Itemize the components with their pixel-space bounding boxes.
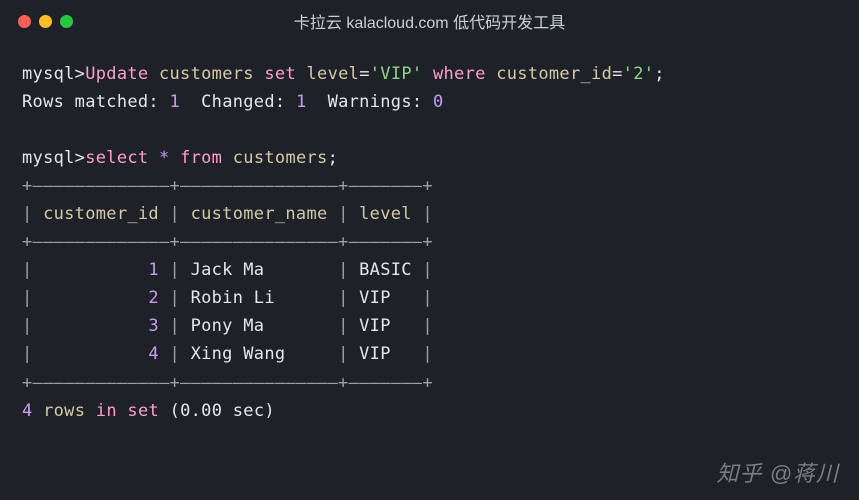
changed-value: 1 [296,92,307,112]
mysql-prompt: mysql> [22,64,85,84]
cell-name: Robin Li [191,288,328,308]
header-level: level [359,204,412,224]
maximize-icon[interactable] [60,15,73,28]
row-count: 4 [22,401,33,421]
keyword-set-footer: set [127,401,159,421]
table-header-row: | customer_id | customer_name | level | [22,200,837,228]
header-customer-name: customer_name [191,204,328,224]
result-footer: 4 rows in set (0.00 sec) [22,397,837,425]
keyword-from: from [180,148,222,168]
close-icon[interactable] [18,15,31,28]
table-border-top: +—————————————+———————————————+———————+ [22,172,837,200]
column-customer-id: customer_id [496,64,612,84]
keyword-select: select [85,148,148,168]
table-row: | 2 | Robin Li | VIP | [22,284,837,312]
cell-id: 3 [148,316,159,336]
table-name: customers [233,148,328,168]
equals-sign: = [359,64,370,84]
equals-sign: = [612,64,623,84]
header-customer-id: customer_id [43,204,159,224]
minimize-icon[interactable] [39,15,52,28]
keyword-in: in [96,401,117,421]
rows-matched-label: Rows matched: [22,92,159,112]
table-row: | 4 | Xing Wang | VIP | [22,340,837,368]
rows-word: rows [43,401,85,421]
warnings-value: 0 [433,92,444,112]
table-border-bottom: +—————————————+———————————————+———————+ [22,369,837,397]
titlebar: 卡拉云 kalacloud.com 低代码开发工具 [0,0,859,42]
cell-id: 2 [148,288,159,308]
table-row: | 1 | Jack Ma | BASIC | [22,256,837,284]
keyword-where: where [433,64,486,84]
semicolon: ; [328,148,339,168]
update-result-line: Rows matched: 1 Changed: 1 Warnings: 0 [22,88,837,116]
traffic-lights [18,15,73,28]
cell-name: Pony Ma [191,316,328,336]
string-2: '2' [623,64,655,84]
keyword-update: Update [85,64,148,84]
table-row: | 3 | Pony Ma | VIP | [22,312,837,340]
warnings-label: Warnings: [328,92,423,112]
cell-level: VIP [359,288,412,308]
cell-level: VIP [359,344,412,364]
terminal-output: mysql>Update customers set level='VIP' w… [0,42,859,443]
table-name: customers [159,64,254,84]
cell-level: BASIC [359,260,412,280]
blank-line [22,116,837,144]
cell-id: 4 [148,344,159,364]
table-border-mid: +—————————————+———————————————+———————+ [22,228,837,256]
cell-name: Jack Ma [191,260,328,280]
rows-matched-value: 1 [170,92,181,112]
cell-id: 1 [148,260,159,280]
cell-level: VIP [359,316,412,336]
timing: (0.00 sec) [170,401,275,421]
string-vip: 'VIP' [370,64,423,84]
watermark: 知乎 @蒋川 [717,456,839,488]
mysql-prompt: mysql> [22,148,85,168]
keyword-set: set [264,64,296,84]
column-level: level [307,64,360,84]
semicolon: ; [654,64,665,84]
star-wildcard: * [159,148,170,168]
sql-update-line: mysql>Update customers set level='VIP' w… [22,60,837,88]
window-title: 卡拉云 kalacloud.com 低代码开发工具 [294,9,565,33]
cell-name: Xing Wang [191,344,328,364]
changed-label: Changed: [201,92,285,112]
sql-select-line: mysql>select * from customers; [22,144,837,172]
